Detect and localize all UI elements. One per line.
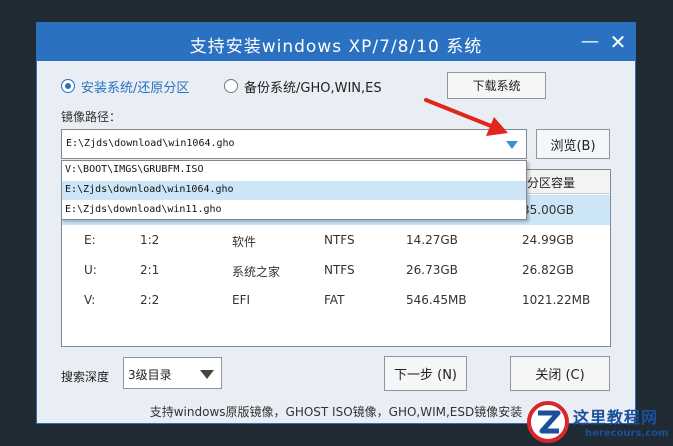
cell-label: 系统之家 (232, 265, 281, 279)
site-logo-icon (527, 401, 569, 443)
table-row[interactable]: U: 2:1 系统之家 NTFS 26.73GB 26.82GB (62, 255, 610, 285)
cell-drive: E: (84, 233, 96, 247)
watermark-name: 这里教程网 (573, 408, 659, 427)
next-step-button[interactable]: 下一步 (N) (384, 356, 467, 391)
cell-capacity: 24.99GB (522, 233, 574, 247)
backup-mode-label: 备份系统/GHO,WIN,ES (244, 80, 382, 96)
image-path-dropdown-list: V:\BOOT\IMGS\GRUBFM.ISO E:\Zjds\download… (61, 160, 527, 220)
search-depth-select[interactable]: 3级目录 (123, 357, 222, 389)
close-window-button[interactable]: ✕ (605, 29, 631, 55)
cell-drive: U: (84, 263, 97, 277)
search-depth-label: 搜索深度 (61, 370, 110, 384)
cell-filesystem: NTFS (324, 233, 355, 247)
title-bar[interactable]: 支持安装windows XP/7/8/10 系统 — ✕ (37, 23, 635, 61)
cell-drive: V: (84, 293, 96, 307)
window-title: 支持安装windows XP/7/8/10 系统 (189, 37, 483, 57)
install-mode-label: 安装系统/还原分区 (81, 80, 190, 96)
cell-partition: 1:2 (140, 233, 160, 247)
minimize-button[interactable]: — (577, 29, 603, 55)
header-capacity[interactable]: 分区容量 (527, 174, 575, 191)
backup-mode-radio[interactable]: 备份系统/GHO,WIN,ES (224, 76, 382, 96)
table-row[interactable]: E: 1:2 软件 NTFS 14.27GB 24.99GB (62, 225, 610, 255)
dropdown-option-highlighted[interactable]: E:\Zjds\download\win1064.gho (62, 181, 526, 200)
cell-label: 软件 (232, 235, 257, 249)
cell-label: EFI (232, 293, 251, 307)
radio-selected-icon (61, 79, 75, 93)
cell-partition: 2:1 (140, 263, 160, 277)
close-button[interactable]: 关闭 (C) (510, 356, 610, 391)
cell-filesystem: FAT (324, 293, 345, 307)
browse-button[interactable]: 浏览(B) (536, 129, 610, 159)
cell-partition: 2:2 (140, 293, 160, 307)
table-row[interactable]: V: 2:2 EFI FAT 546.45MB 1021.22MB (62, 285, 610, 315)
install-mode-radio[interactable]: 安装系统/还原分区 (61, 76, 189, 96)
image-path-label: 镜像路径： (61, 110, 122, 124)
dropdown-option[interactable]: E:\Zjds\download\win11.gho (62, 201, 526, 220)
installer-window: 支持安装windows XP/7/8/10 系统 — ✕ 安装系统/还原分区 备… (36, 22, 636, 424)
cell-free: 546.45MB (406, 293, 467, 307)
watermark-url: herecours.com (585, 428, 669, 439)
cell-capacity: 1021.22MB (522, 293, 591, 307)
cell-capacity: 26.82GB (522, 263, 574, 277)
cell-free: 26.73GB (406, 263, 458, 277)
cell-filesystem: NTFS (324, 263, 355, 277)
cell-capacity: 35.00GB (522, 203, 574, 217)
dropdown-arrow-icon[interactable] (506, 141, 518, 149)
image-path-combobox[interactable]: E:\Zjds\download\win1064.gho (61, 129, 527, 159)
cell-free: 14.27GB (406, 233, 458, 247)
download-system-button[interactable]: 下载系统 (447, 72, 546, 99)
radio-unselected-icon (224, 79, 238, 93)
watermark: 这里教程网 herecours.com (525, 398, 673, 446)
search-depth-value: 3级目录 (128, 368, 172, 382)
dropdown-option[interactable]: V:\BOOT\IMGS\GRUBFM.ISO (62, 161, 526, 180)
chevron-down-icon (200, 370, 214, 379)
image-path-value: E:\Zjds\download\win1064.gho (66, 138, 235, 149)
